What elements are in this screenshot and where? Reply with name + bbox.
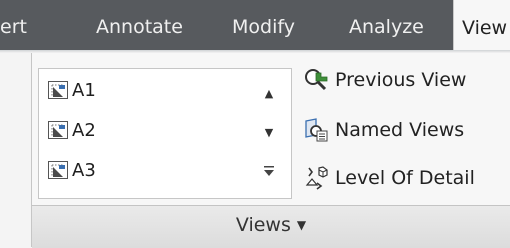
tab-modify[interactable]: Modify: [232, 0, 295, 50]
viewport-icon: [48, 161, 68, 179]
dropdown-arrow-icon: ▼: [296, 218, 307, 232]
tab-insert[interactable]: ert: [0, 0, 27, 50]
level-of-detail-label: Level Of Detail: [335, 167, 475, 189]
tab-view[interactable]: View: [453, 0, 510, 50]
expand-gallery-icon: [263, 165, 275, 180]
view-item-a1[interactable]: A1: [48, 78, 248, 102]
panel-title: Views: [235, 214, 291, 236]
gallery-scroll-up-button[interactable]: ▲: [258, 78, 280, 108]
previous-view-icon: [303, 67, 329, 93]
level-of-detail-button[interactable]: Level Of Detail: [303, 164, 475, 192]
view-item-a3[interactable]: A3: [48, 158, 248, 182]
views-panel-title-bar[interactable]: Views ▼: [32, 205, 510, 248]
view-item-label: A1: [72, 79, 96, 101]
tab-annotate[interactable]: Annotate: [96, 0, 183, 50]
previous-view-label: Previous View: [335, 69, 467, 91]
gallery-expand-button[interactable]: [258, 157, 280, 187]
ribbon-tab-bar: ert Annotate Modify Analyze View: [0, 0, 510, 50]
gallery-scroll-down-button[interactable]: ▼: [258, 117, 280, 147]
level-of-detail-icon: [303, 165, 329, 191]
view-item-label: A2: [72, 119, 96, 141]
named-views-button[interactable]: Named Views: [303, 116, 464, 144]
viewport-icon: [48, 81, 68, 99]
view-item-a2[interactable]: A2: [48, 118, 248, 142]
viewport-icon: [48, 121, 68, 139]
named-views-label: Named Views: [335, 119, 465, 141]
triangle-down-icon: ▼: [264, 125, 274, 139]
previous-view-button[interactable]: Previous View: [303, 66, 466, 94]
view-item-label: A3: [72, 159, 96, 181]
named-views-icon: [303, 117, 329, 143]
triangle-up-icon: ▲: [264, 86, 274, 100]
tab-analyze[interactable]: Analyze: [349, 0, 424, 50]
